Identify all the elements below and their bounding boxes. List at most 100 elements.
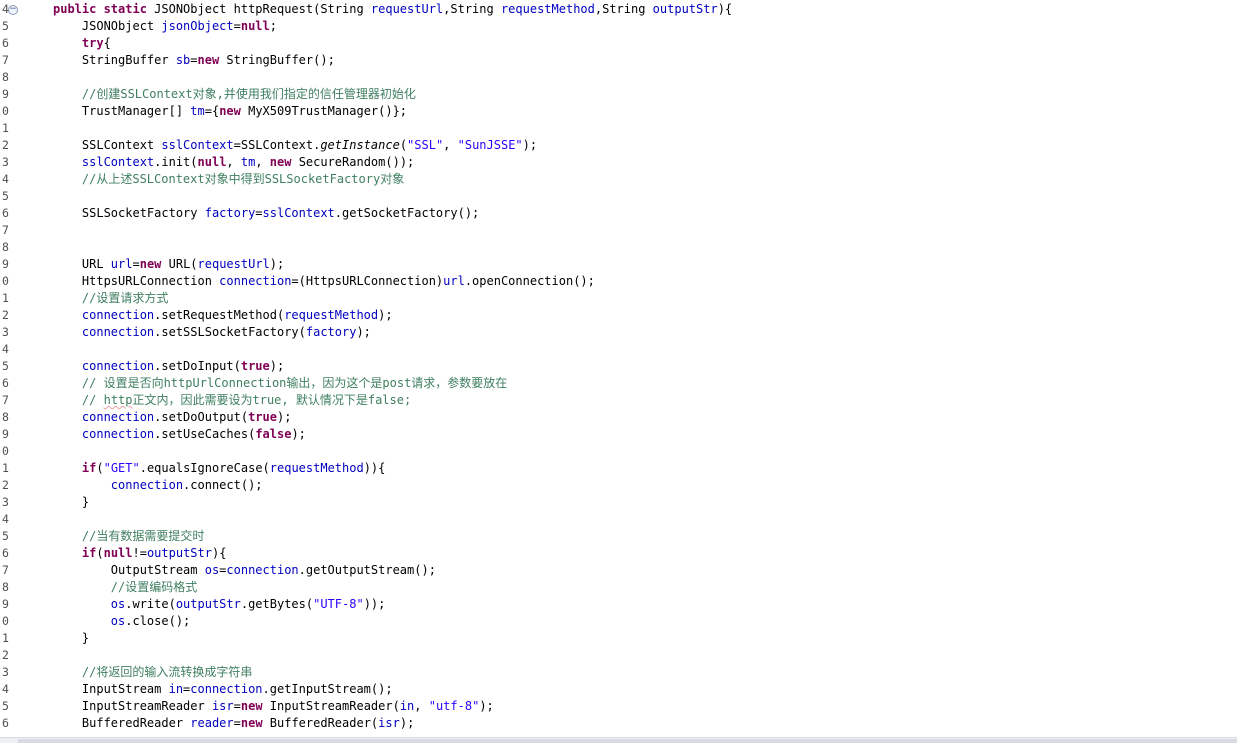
code-token: )){ [363, 461, 386, 475]
code-line[interactable]: BufferedReader reader=new BufferedReader… [53, 715, 414, 732]
code-line[interactable]: TrustManager[] tm={new MyX509TrustManage… [53, 103, 407, 120]
code-line[interactable]: //设置请求方式 [53, 290, 168, 307]
code-token: ( [96, 546, 104, 560]
code-token: 正文内，因此需要设为true, 默认情况下是false; [132, 393, 412, 407]
code-token: connection [81, 308, 155, 322]
code-line[interactable]: // 设置是否向httpUrlConnection输出，因为这个是post请求，… [53, 375, 507, 392]
code-line[interactable]: } [53, 494, 89, 511]
code-token: //设置编码格式 [110, 580, 198, 594]
code-line[interactable]: connection.setDoOutput(true); [53, 409, 292, 426]
code-token: //将返回的输入流转换成字符串 [81, 665, 253, 679]
code-token: ); [522, 138, 538, 152]
scrollbar-thumb[interactable] [18, 739, 1237, 743]
code-line[interactable]: // http正文内，因此需要设为true, 默认情况下是false; [53, 392, 411, 409]
code-line[interactable]: connection.setDoInput(true); [53, 358, 284, 375]
code-token: ,String [594, 2, 653, 16]
code-token: .init( [154, 155, 198, 169]
code-line[interactable]: connection.setUseCaches(false); [53, 426, 306, 443]
code-token: connection [81, 427, 155, 441]
code-token: .getInputStream(); [262, 682, 393, 696]
code-line[interactable]: InputStreamReader isr=new InputStreamRea… [53, 698, 494, 715]
code-token: ); [479, 699, 494, 713]
code-token: "SunJSSE" [457, 138, 523, 152]
code-line[interactable]: connection.connect(); [53, 477, 263, 494]
code-line[interactable]: os.write(outputStr.getBytes("UTF-8")); [53, 596, 386, 613]
code-token: StringBuffer(); [226, 53, 335, 67]
code-token: // 设置是否向httpUrlConnection输出，因为这个是post请求，… [81, 376, 508, 390]
code-token: try [81, 36, 104, 50]
code-token: requestMethod [269, 461, 364, 475]
code-token: .setDoOutput( [154, 410, 249, 424]
code-editor[interactable]: − 45678901234567890123456789012345678901… [0, 0, 1237, 737]
code-token: BufferedReader( [269, 716, 379, 730]
code-token: .equalsIgnoreCase( [139, 461, 270, 475]
code-token: factory [204, 206, 256, 220]
code-token: , [414, 699, 429, 713]
code-line[interactable]: connection.setSSLSocketFactory(factory); [53, 324, 371, 341]
code-token: .setUseCaches( [154, 427, 256, 441]
code-line[interactable]: //从上述SSLContext对象中得到SSLSocketFactory对象 [53, 171, 404, 188]
code-token: true [240, 359, 270, 373]
code-token: MyX509TrustManager()}; [248, 104, 408, 118]
code-line[interactable]: OutputStream os=connection.getOutputStre… [53, 562, 436, 579]
code-line[interactable]: try{ [53, 35, 111, 52]
code-token: tm [240, 155, 256, 169]
code-token: URL( [168, 257, 198, 271]
code-token: new [197, 53, 227, 67]
code-token: OutputStream [53, 563, 205, 577]
code-token: connection [110, 478, 184, 492]
code-line[interactable]: //当有数据需要提交时 [53, 528, 204, 545]
code-token: isr [378, 716, 400, 730]
code-line[interactable]: //设置编码格式 [53, 579, 197, 596]
code-token: outputStr [652, 2, 718, 16]
code-token: new [139, 257, 169, 271]
code-token: new [269, 155, 299, 169]
code-line[interactable]: InputStream in=connection.getInputStream… [53, 681, 393, 698]
code-token: if [81, 546, 97, 560]
code-token: "utf-8" [428, 699, 480, 713]
code-line[interactable]: //将返回的输入流转换成字符串 [53, 664, 252, 681]
code-line[interactable]: if(null!=outputStr){ [53, 545, 227, 562]
code-token: new [240, 716, 270, 730]
horizontal-scrollbar[interactable] [0, 737, 1237, 743]
code-token: requestMethod [284, 308, 379, 322]
code-token: requestMethod [500, 2, 595, 16]
code-line[interactable]: JSONObject jsonObject=null; [53, 18, 277, 35]
code-token: new [240, 699, 270, 713]
code-token: connection [81, 410, 155, 424]
code-line[interactable]: os.close(); [53, 613, 190, 630]
code-line[interactable]: } [53, 630, 89, 647]
code-token: .getBytes( [240, 597, 314, 611]
code-token: URL [53, 257, 111, 271]
code-line[interactable]: URL url=new URL(requestUrl); [53, 256, 284, 273]
code-line[interactable]: SSLSocketFactory factory=sslContext.getS… [53, 205, 479, 222]
code-token: ); [356, 325, 371, 339]
code-token: connection [226, 563, 299, 577]
code-line[interactable]: connection.setRequestMethod(requestMetho… [53, 307, 393, 324]
code-line[interactable]: //创建SSLContext对象,并使用我们指定的信任管理器初始化 [53, 86, 416, 103]
code-line[interactable]: HttpsURLConnection connection=(HttpsURLC… [53, 273, 595, 290]
code-line[interactable]: sslContext.init(null, tm, new SecureRand… [53, 154, 414, 171]
code-line[interactable]: SSLContext sslContext=SSLContext.getInst… [53, 137, 537, 154]
code-line[interactable]: public static JSONObject httpRequest(Str… [53, 1, 732, 18]
code-line[interactable]: StringBuffer sb=new StringBuffer(); [53, 52, 335, 69]
code-token: "SSL" [407, 138, 444, 152]
code-token: //当有数据需要提交时 [81, 529, 205, 543]
code-token: .connect(); [183, 478, 263, 492]
code-token: os [110, 614, 126, 628]
code-area[interactable]: public static JSONObject httpRequest(Str… [0, 0, 1237, 737]
code-token: http [103, 393, 133, 407]
code-token: if [81, 461, 97, 475]
code-token: InputStreamReader( [269, 699, 400, 713]
code-line[interactable]: if("GET".equalsIgnoreCase(requestMethod)… [53, 460, 385, 477]
